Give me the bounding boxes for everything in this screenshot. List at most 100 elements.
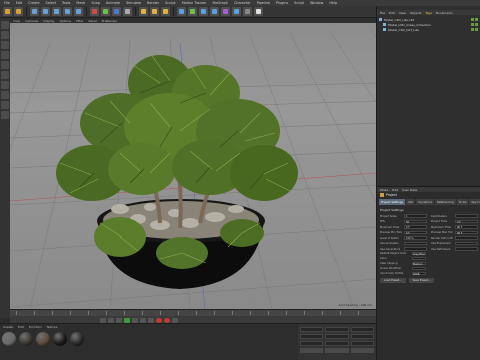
rotate-icon[interactable] xyxy=(63,7,72,16)
x-axis-icon[interactable] xyxy=(90,7,99,16)
next-key-icon[interactable] xyxy=(140,317,146,323)
menu-mesh[interactable]: Mesh xyxy=(76,1,85,5)
param-dropdown[interactable]: sRGB xyxy=(412,271,426,276)
position-x-field[interactable] xyxy=(300,327,324,332)
array-icon[interactable] xyxy=(210,7,219,16)
render-settings-icon[interactable] xyxy=(161,7,170,16)
object-list-item[interactable]: Model_C4D_Dirt_Lite xyxy=(379,27,478,32)
light-icon[interactable] xyxy=(254,7,263,16)
redo-icon[interactable] xyxy=(14,7,23,16)
scale-icon[interactable] xyxy=(52,7,61,16)
material-swatch[interactable] xyxy=(19,332,33,346)
tab-key-interpolation[interactable]: Key Interpolation xyxy=(469,199,480,205)
menu-select[interactable]: Select xyxy=(46,1,56,5)
visibility-dot-icon[interactable] xyxy=(471,18,474,21)
material-swatch[interactable] xyxy=(53,332,67,346)
object-menu-view[interactable]: View xyxy=(399,11,406,15)
go-to-end-icon[interactable] xyxy=(148,317,154,323)
param-field[interactable] xyxy=(455,247,478,251)
load-preset-button[interactable]: Load Preset... xyxy=(380,278,406,283)
viewport-menu-display[interactable]: Display xyxy=(43,19,54,23)
viewport-menu-panel[interactable]: Panel xyxy=(89,19,97,23)
size-x-field[interactable] xyxy=(325,327,349,332)
render-view-icon[interactable] xyxy=(139,7,148,16)
previous-key-icon[interactable] xyxy=(108,317,114,323)
previous-frame-icon[interactable] xyxy=(116,317,122,323)
param-field[interactable]: 0 F xyxy=(455,219,478,224)
param-field[interactable]: 1 xyxy=(404,214,427,218)
polygons-mode-icon[interactable] xyxy=(1,81,9,89)
z-axis-icon[interactable] xyxy=(112,7,121,16)
attribute-menu-edit[interactable]: Edit xyxy=(392,188,398,192)
record-active-objects-icon[interactable] xyxy=(156,317,162,323)
menu-script[interactable]: Script xyxy=(294,1,304,5)
viewport-menu-filter[interactable]: Filter xyxy=(76,19,83,23)
rotation-p-field[interactable] xyxy=(350,334,374,339)
autokeying-icon[interactable] xyxy=(164,317,170,323)
coordinate-system-icon[interactable] xyxy=(123,7,132,16)
param-field[interactable]: 100 % xyxy=(404,236,427,240)
size-dropdown[interactable] xyxy=(325,348,349,353)
menu-create[interactable]: Create xyxy=(28,1,39,5)
material-swatch[interactable] xyxy=(36,332,50,346)
material-swatch[interactable] xyxy=(2,332,16,346)
object-menu-file[interactable]: File xyxy=(380,11,385,15)
undo-icon[interactable] xyxy=(3,7,12,16)
model-mode-icon[interactable] xyxy=(1,31,9,39)
edges-mode-icon[interactable] xyxy=(1,71,9,79)
size-z-field[interactable] xyxy=(325,341,349,346)
camera-icon[interactable] xyxy=(243,7,252,16)
make-editable-icon[interactable] xyxy=(1,21,9,29)
move-icon[interactable] xyxy=(41,7,50,16)
object-menu-edit[interactable]: Edit xyxy=(389,11,395,15)
tab-project-settings[interactable]: Project Settings xyxy=(379,199,405,205)
param-field[interactable] xyxy=(455,241,478,246)
param-field[interactable] xyxy=(455,214,478,218)
menu-motion-tracker[interactable]: Motion Tracker xyxy=(182,1,207,5)
apply-button[interactable] xyxy=(350,348,374,353)
material-tag-icon[interactable] xyxy=(475,23,478,26)
bend-deformer-icon[interactable] xyxy=(221,7,230,16)
menu-sculpt[interactable]: Sculpt xyxy=(165,1,176,5)
menu-simulate[interactable]: Simulate xyxy=(126,1,141,5)
live-select-icon[interactable] xyxy=(30,7,39,16)
menu-edit[interactable]: Edit xyxy=(16,1,23,5)
position-z-field[interactable] xyxy=(300,341,324,346)
points-mode-icon[interactable] xyxy=(1,61,9,69)
material-tag-icon[interactable] xyxy=(475,18,478,21)
play-forward-icon[interactable] xyxy=(124,317,130,323)
workplane-icon[interactable] xyxy=(1,51,9,59)
timeline[interactable] xyxy=(10,309,376,323)
menu-animate[interactable]: Animate xyxy=(106,1,120,5)
visibility-dot-icon[interactable] xyxy=(471,23,474,26)
rotation-b-field[interactable] xyxy=(350,341,374,346)
param-field[interactable] xyxy=(404,247,427,251)
viewport-menu-options[interactable]: Options xyxy=(60,19,72,23)
pen-icon[interactable] xyxy=(188,7,197,16)
tab-to-do[interactable]: To Do xyxy=(456,199,469,205)
param-dropdown[interactable]: Medium xyxy=(412,261,426,266)
menu-tools[interactable]: Tools xyxy=(62,1,70,5)
material-menu-texture[interactable]: Texture xyxy=(47,325,58,329)
save-preset-button[interactable]: Save Preset... xyxy=(408,278,435,283)
menu-help[interactable]: Help xyxy=(329,1,337,5)
go-to-start-icon[interactable] xyxy=(100,317,106,323)
param-field[interactable]: 0 F xyxy=(404,230,427,235)
rotation-h-field[interactable] xyxy=(350,327,374,332)
viewport-menu-cameras[interactable]: Cameras xyxy=(25,19,38,23)
material-menu-edit[interactable]: Edit xyxy=(18,325,24,329)
menu-snap[interactable]: Snap xyxy=(91,1,100,5)
param-dropdown[interactable] xyxy=(412,256,426,261)
tab-dynamics[interactable]: Dynamics xyxy=(416,199,435,205)
attribute-menu-mode[interactable]: Mode xyxy=(380,188,388,192)
param-field[interactable]: 90 F xyxy=(455,225,478,229)
param-field[interactable]: 0 F xyxy=(404,225,427,229)
menu-character[interactable]: Character xyxy=(234,1,251,5)
size-y-field[interactable] xyxy=(325,334,349,339)
subdivision-surface-icon[interactable] xyxy=(199,7,208,16)
attribute-menu-user-data[interactable]: User Data xyxy=(402,188,417,192)
menu-window[interactable]: Window xyxy=(310,1,323,5)
locked-workplane-icon[interactable] xyxy=(1,111,9,119)
recent-tools-icon[interactable] xyxy=(74,7,83,16)
position-y-field[interactable] xyxy=(300,334,324,339)
